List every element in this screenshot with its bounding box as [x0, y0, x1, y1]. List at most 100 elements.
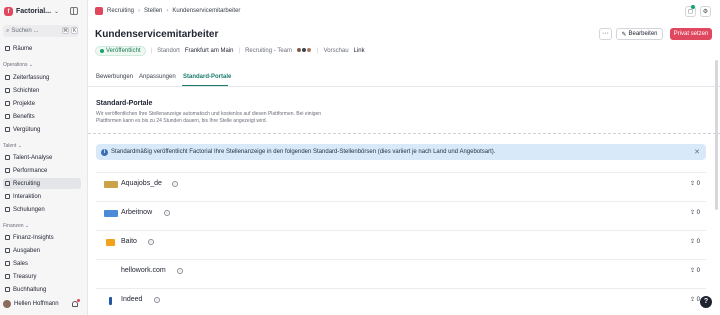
clock-icon	[5, 75, 10, 80]
sidebar-item-performance[interactable]: Performance	[3, 165, 81, 176]
breadcrumb: Recruiting › Stellen › Kundenservicemita…	[95, 7, 240, 15]
job-meta: Veröffentlicht | Standort Frankfurt am M…	[95, 46, 365, 56]
team-label: Recruiting - Team	[245, 48, 293, 54]
sidebar-item-zeiterfassung[interactable]: Zeiterfassung	[3, 72, 81, 83]
sidebar-item-sales[interactable]: Sales	[3, 258, 81, 269]
portal-count: ⇪ 0	[689, 239, 700, 245]
info-icon[interactable]: i	[177, 268, 183, 274]
active-tab-indicator	[182, 85, 228, 86]
tab-anpassungen[interactable]: Anpassungen	[139, 74, 176, 80]
aquajobs-logo-icon	[104, 181, 118, 188]
brand-name: Factorial...	[16, 8, 52, 15]
settings-icon[interactable]: ⚙	[700, 6, 711, 17]
search-placeholder: Suchen ...	[11, 28, 39, 34]
sidebar-item-label: Schichten	[13, 87, 40, 94]
help-button[interactable]: ?	[700, 296, 712, 308]
portal-name: Baito	[121, 238, 137, 245]
portal-row[interactable]: Aquajobs_de i ⇪ 0	[96, 172, 706, 196]
info-banner: i Standardmäßig veröffentlicht Factorial…	[96, 144, 706, 160]
sidebar: f Factorial... ⌄ ⌕ Suchen ... ⌘ K Räume …	[0, 0, 85, 315]
tab-standard-portale[interactable]: Standard-Portale	[183, 74, 231, 80]
info-icon[interactable]: i	[172, 181, 178, 187]
money-icon	[5, 127, 10, 132]
portal-name: Indeed	[121, 296, 143, 303]
portal-count-value: 0	[696, 239, 700, 245]
sidebar-item-label: Treasury	[13, 273, 37, 280]
sidebar-item-schichten[interactable]: Schichten	[3, 85, 81, 96]
tab-bewerbungen[interactable]: Bewerbungen	[96, 74, 133, 80]
sidebar-item-verguetung[interactable]: Vergütung	[3, 124, 81, 135]
sidebar-item-label: Finanz-Insights	[13, 234, 54, 241]
rooms-icon	[5, 46, 10, 51]
calendar-icon	[5, 88, 10, 93]
recruiting-icon	[5, 181, 10, 186]
sidebar-item-projekte[interactable]: Projekte	[3, 98, 81, 109]
section-talent[interactable]: Talent ⌄	[3, 143, 22, 149]
breadcrumb-stellen[interactable]: Stellen	[144, 8, 162, 14]
performance-icon	[5, 168, 10, 173]
notification-dot	[77, 299, 80, 302]
folder-icon	[5, 101, 10, 106]
expenses-icon	[5, 248, 10, 253]
portal-row[interactable]: Baito i ⇪ 0	[96, 230, 706, 254]
portal-count-value: 0	[696, 181, 700, 187]
info-icon[interactable]: i	[148, 239, 154, 245]
sidebar-item-treasury[interactable]: Treasury	[3, 271, 81, 282]
indeed-logo-icon	[109, 297, 112, 305]
portal-count: ⇪ 0	[689, 297, 700, 303]
sidebar-item-label: Recruiting	[13, 180, 41, 187]
sales-icon	[5, 261, 10, 266]
sidebar-item-label: Ausgaben	[13, 247, 41, 254]
status-dot	[691, 5, 695, 9]
info-icon[interactable]: i	[164, 210, 170, 216]
sidebar-item-label: Projekte	[13, 100, 36, 107]
portal-count-value: 0	[696, 268, 700, 274]
avatar	[3, 300, 11, 308]
portal-count: ⇪ 0	[689, 268, 700, 274]
sidebar-item-label: Talent-Analyse	[13, 154, 53, 161]
recruiting-app-icon	[95, 7, 103, 15]
close-icon[interactable]: ✕	[694, 148, 700, 156]
section-finanzen[interactable]: Finanzen ⌄	[3, 223, 29, 229]
meta-divider: |	[150, 48, 153, 54]
sidebar-item-interaktion[interactable]: Interaktion	[3, 191, 81, 202]
section-title: Standard-Portale	[96, 100, 153, 107]
arbeitnow-logo-icon	[104, 210, 118, 217]
sidebar-item-raeume[interactable]: Räume	[3, 43, 81, 54]
collapse-sidebar-icon[interactable]	[70, 7, 78, 15]
make-private-button[interactable]: Privat setzen	[670, 28, 712, 40]
info-icon[interactable]: i	[154, 297, 160, 303]
sidebar-item-label: Benefits	[13, 113, 35, 120]
scrollbar[interactable]	[715, 60, 718, 210]
sidebar-item-schulungen[interactable]: Schulungen	[3, 204, 81, 215]
breadcrumb-current: Kundenservicemitarbeiter	[172, 8, 241, 14]
more-options-button[interactable]: ···	[599, 28, 612, 40]
chevron-down-icon[interactable]: ⌄	[54, 8, 59, 15]
sidebar-item-finanz-insights[interactable]: Finanz-Insights	[3, 232, 81, 243]
avatar	[306, 47, 313, 53]
sidebar-item-benefits[interactable]: Benefits	[3, 111, 81, 122]
pencil-icon: ✎	[621, 31, 627, 38]
sidebar-item-label: Schulungen	[13, 206, 45, 213]
edit-button[interactable]: ✎ Bearbeiten	[616, 28, 663, 40]
search-input[interactable]: ⌕ Suchen ... ⌘ K	[3, 25, 78, 37]
preview-link[interactable]: Link	[354, 48, 365, 54]
treasury-icon	[5, 274, 10, 279]
sidebar-item-ausgaben[interactable]: Ausgaben	[3, 245, 81, 256]
brand[interactable]: f Factorial...	[4, 7, 51, 16]
user-profile[interactable]: Hellen Hoffmann	[3, 300, 59, 308]
breadcrumb-recruiting[interactable]: Recruiting	[107, 8, 134, 14]
portal-row[interactable]: Indeed i ⇪ 0	[96, 288, 706, 312]
sidebar-item-recruiting[interactable]: Recruiting	[3, 178, 81, 189]
team-avatars[interactable]	[296, 47, 313, 55]
portal-row[interactable]: Arbeitnow i ⇪ 0	[96, 201, 706, 225]
portal-row[interactable]: hellowork.com i ⇪ 0	[96, 259, 706, 283]
sidebar-item-talent-analyse[interactable]: Talent-Analyse	[3, 152, 81, 163]
training-icon	[5, 207, 10, 212]
sidebar-item-label: Sales	[13, 260, 29, 267]
sidebar-item-buchhaltung[interactable]: Buchhaltung	[3, 284, 81, 295]
section-operations[interactable]: Operations ⌄	[3, 62, 33, 68]
breadcrumb-separator-icon: ›	[166, 8, 169, 14]
breadcrumb-separator-icon: ›	[138, 8, 141, 14]
section-description: Wir veröffentlichen Ihre Stellenanzeige …	[96, 111, 322, 124]
